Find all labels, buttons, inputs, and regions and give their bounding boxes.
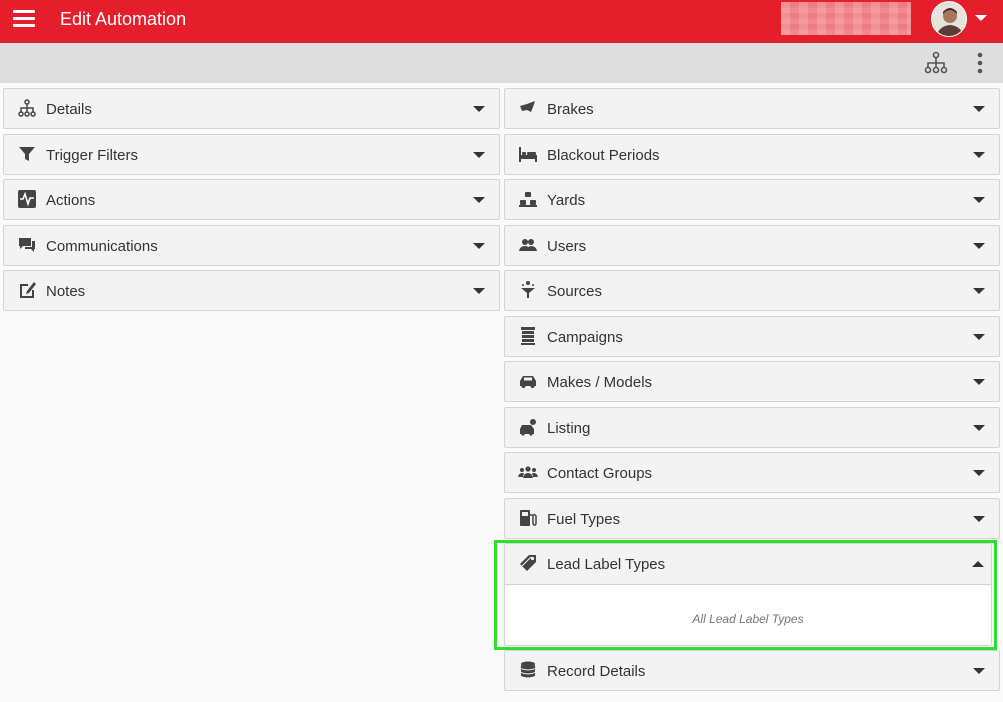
caret-down-icon[interactable] (473, 243, 485, 249)
panel-notes[interactable]: Notes (3, 270, 500, 311)
campaigns-icon (518, 326, 538, 346)
database-icon (518, 660, 538, 680)
panel-brakes[interactable]: Brakes (504, 88, 1000, 129)
panel-listing[interactable]: Listing (504, 407, 1000, 448)
panel-details[interactable]: Details (3, 88, 500, 129)
panel-communications[interactable]: Communications (3, 225, 500, 266)
edit-note-icon (17, 280, 37, 300)
panel-label: Trigger Filters (46, 147, 138, 164)
panel-label: Sources (547, 283, 603, 300)
caret-down-icon[interactable] (973, 425, 985, 431)
page-title: Edit Automation (60, 9, 187, 29)
panel-label: Record Details (547, 663, 646, 680)
panel-label: Yards (547, 192, 586, 209)
panel-makes-models[interactable]: Makes / Models (504, 361, 1000, 402)
panel-label: Blackout Periods (547, 147, 660, 164)
caret-down-icon[interactable] (973, 243, 985, 249)
caret-down-icon[interactable] (975, 15, 987, 21)
caret-down-icon[interactable] (973, 516, 985, 522)
caret-down-icon[interactable] (473, 106, 485, 112)
caret-down-icon[interactable] (973, 288, 985, 294)
panel-label: Communications (46, 238, 158, 255)
yards-icon (518, 189, 538, 209)
panel-label: Contact Groups (547, 465, 653, 482)
panel-campaigns[interactable]: Campaigns (504, 316, 1000, 357)
caret-down-icon[interactable] (973, 668, 985, 674)
sitemap-icon (17, 98, 37, 118)
panel-label: Fuel Types (547, 511, 621, 528)
caret-down-icon[interactable] (473, 197, 485, 203)
panel-trigger-filters[interactable]: Trigger Filters (3, 134, 500, 175)
funnel-icon (518, 280, 538, 300)
brakes-icon (518, 98, 538, 118)
panel-blackout-periods[interactable]: Blackout Periods (504, 134, 1000, 175)
caret-down-icon[interactable] (973, 470, 985, 476)
caret-down-icon[interactable] (973, 152, 985, 158)
sitemap-icon[interactable] (923, 50, 949, 76)
panel-users[interactable]: Users (504, 225, 1000, 266)
caret-down-icon[interactable] (973, 334, 985, 340)
car-listing-icon (518, 417, 538, 437)
caret-down-icon[interactable] (973, 106, 985, 112)
panel-contact-groups[interactable]: Contact Groups (504, 452, 1000, 493)
caret-up-icon[interactable] (972, 561, 984, 567)
tag-icon (518, 553, 538, 573)
panel-label: Users (547, 238, 587, 255)
panel-lead-label-types: Lead Label Types All Lead Label Types (504, 543, 992, 646)
caret-down-icon[interactable] (473, 288, 485, 294)
panel-label: Brakes (547, 101, 594, 118)
panel-yards[interactable]: Yards (504, 179, 1000, 220)
panel-record-details[interactable]: Record Details (504, 650, 1000, 691)
bed-icon (518, 144, 538, 164)
caret-down-icon[interactable] (973, 379, 985, 385)
panel-label: Lead Label Types (547, 556, 666, 573)
panel-body-text: All Lead Label Types (692, 612, 804, 626)
heartbeat-icon (17, 189, 37, 209)
hamburger-menu-icon[interactable] (13, 10, 37, 30)
app-bar: Edit Automation (0, 0, 1003, 43)
users-icon (518, 235, 538, 255)
panel-fuel-types[interactable]: Fuel Types (504, 498, 1000, 539)
caret-down-icon[interactable] (973, 197, 985, 203)
more-vertical-icon[interactable] (967, 50, 993, 76)
filter-icon (17, 144, 37, 164)
panel-label: Makes / Models (547, 374, 653, 391)
comments-icon (17, 235, 37, 255)
avatar[interactable] (931, 1, 967, 37)
panel-header[interactable]: Lead Label Types (505, 544, 991, 585)
panel-label: Details (46, 101, 92, 118)
caret-down-icon[interactable] (473, 152, 485, 158)
panel-sources[interactable]: Sources (504, 270, 1000, 311)
panel-label: Listing (547, 420, 591, 437)
panel-label: Actions (46, 192, 96, 209)
toolbar (0, 43, 1003, 83)
group-icon (518, 462, 538, 482)
car-icon (518, 371, 538, 391)
fuel-pump-icon (518, 508, 538, 528)
panel-label: Campaigns (547, 329, 623, 346)
redacted-username (781, 2, 911, 35)
panel-actions[interactable]: Actions (3, 179, 500, 220)
panel-label: Notes (46, 283, 86, 300)
